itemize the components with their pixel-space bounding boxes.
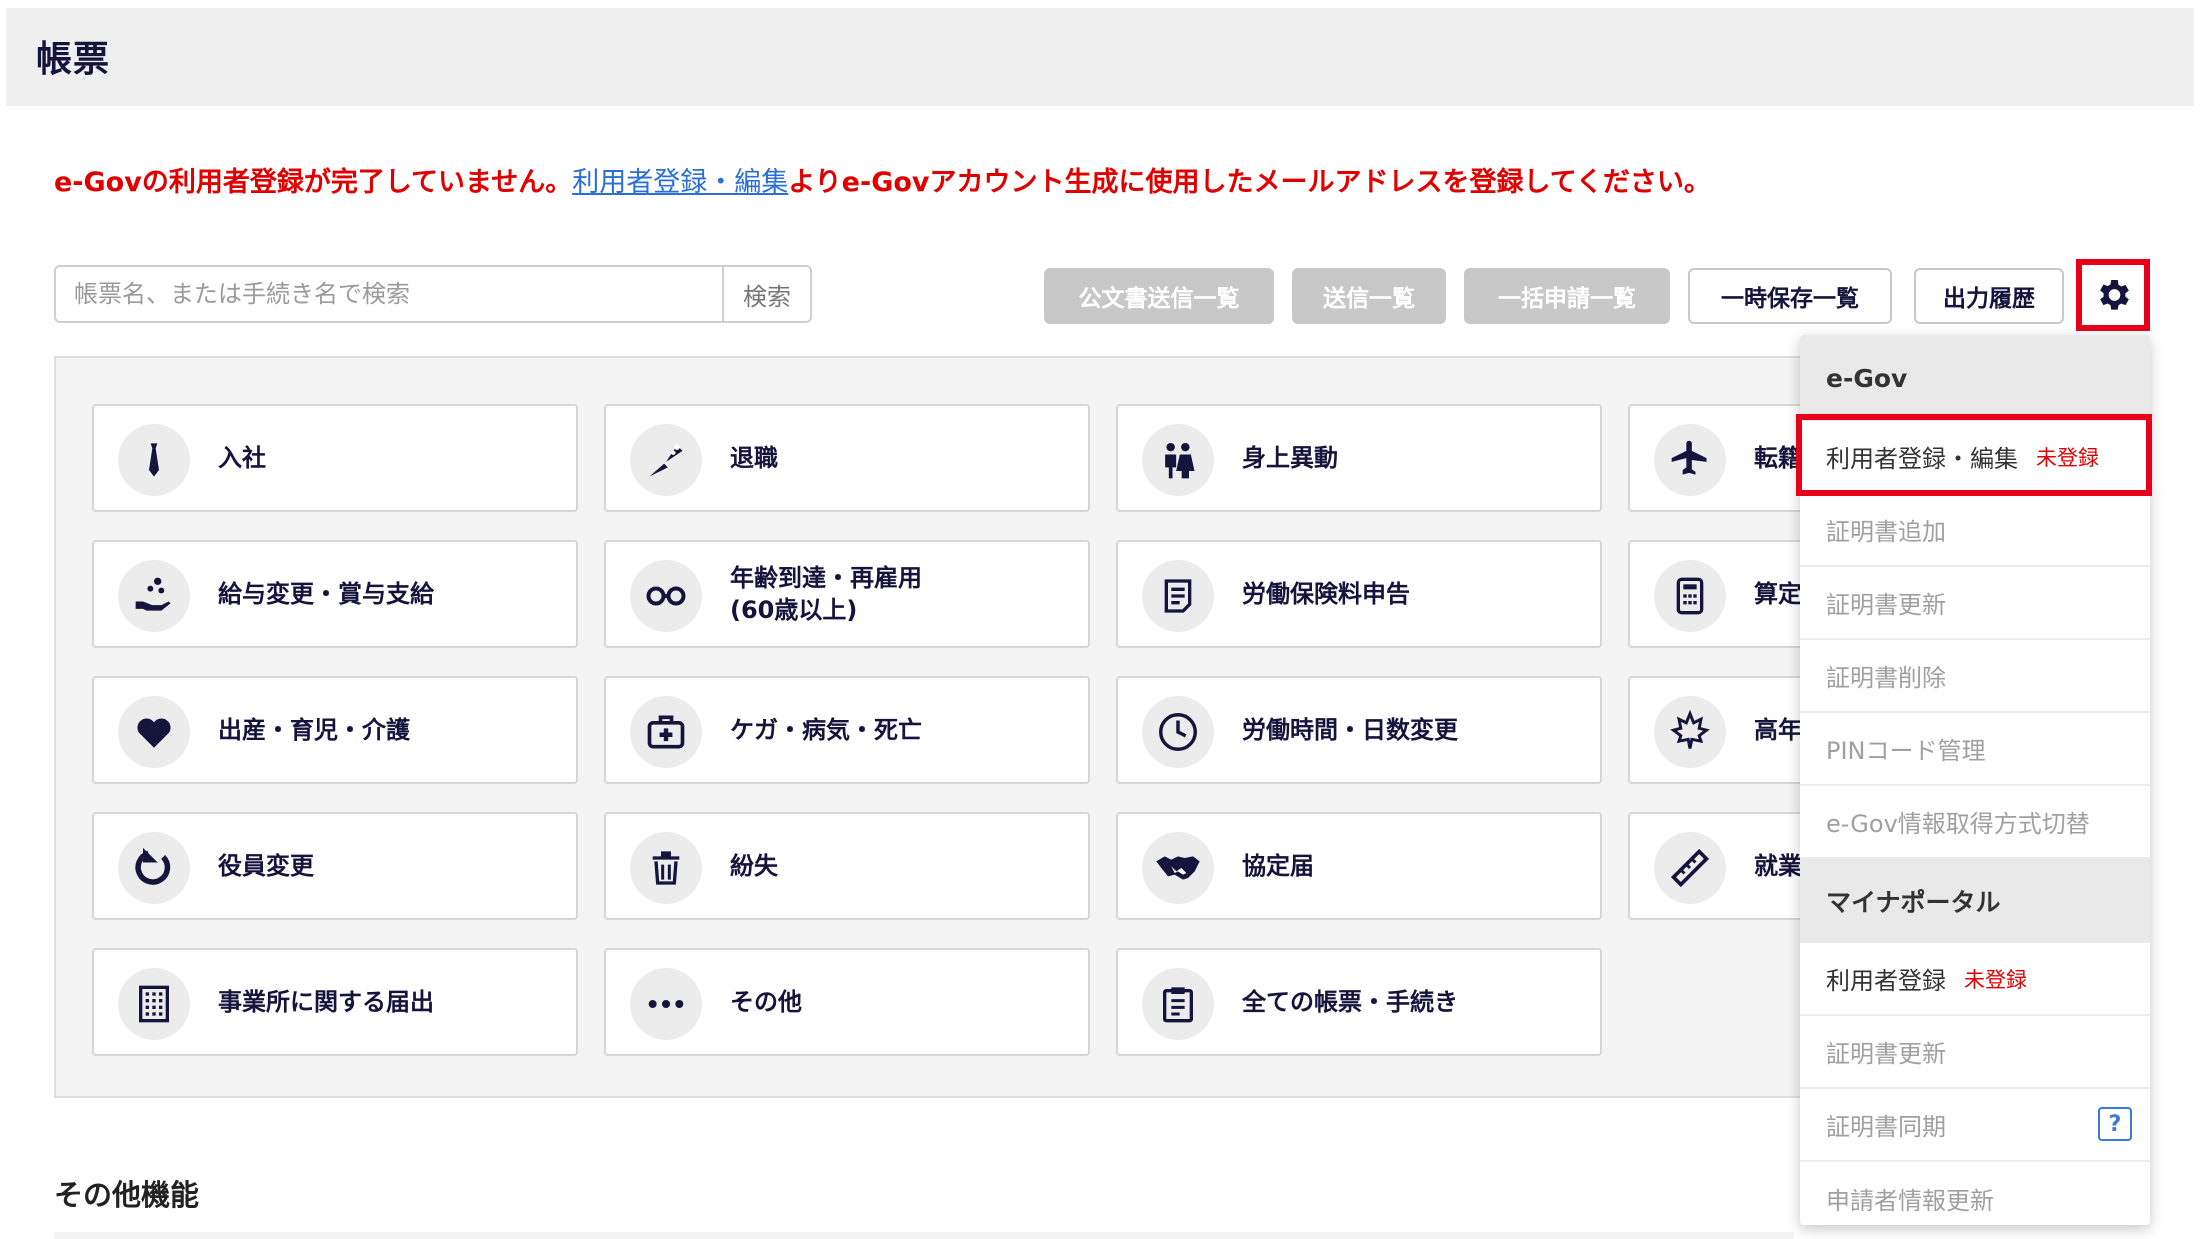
card-label: 退職 [730,444,778,472]
menu-item-applicant-update[interactable]: 申請者情報更新 [1800,1162,2150,1225]
card-office-notice[interactable]: 事業所に関する届出 [92,948,578,1056]
card-label: 紛失 [730,852,778,880]
help-icon[interactable]: ? [2098,1107,2132,1141]
card-retirement[interactable]: 退職 [604,404,1090,512]
card-childbirth-care[interactable]: 出産・育児・介護 [92,676,578,784]
menu-item-myna-sync-cert[interactable]: 証明書同期 ? [1800,1089,2150,1162]
menu-item-renew-cert[interactable]: 証明書更新 [1800,567,2150,640]
other-features-section [54,1232,1794,1239]
clipboard-icon [1142,968,1214,1040]
menu-item-egov-switch[interactable]: e-Gov情報取得方式切替 [1800,786,2150,859]
handshake-icon [1142,832,1214,904]
menu-item-myna-renew-cert[interactable]: 証明書更新 [1800,1016,2150,1089]
other-features-heading: その他機能 [54,1178,200,1212]
card-age-reemployment[interactable]: 年齢到達・再雇用 (60歳以上) [604,540,1090,648]
card-personal-change[interactable]: 身上異動 [1116,404,1602,512]
gear-icon [2100,280,2129,310]
status-badge: 未登録 [1964,967,2027,992]
menu-item-label: 証明書同期 [1826,1113,1946,1141]
card-label: 労働保険料申告 [1242,580,1410,608]
menu-item-myna-user-registration[interactable]: 利用者登録 未登録 [1800,943,2150,1016]
card-hire[interactable]: 入社 [92,404,578,512]
card-officer-change[interactable]: 役員変更 [92,812,578,920]
output-history-button[interactable]: 出力履歴 [1914,268,2064,324]
public-docs-list-button[interactable]: 公文書送信一覧 [1044,268,1274,324]
glasses-icon [630,560,702,632]
trash-icon [630,832,702,904]
card-salary-bonus[interactable]: 給与変更・賞与支給 [92,540,578,648]
wedding-couple-icon [1142,424,1214,496]
sent-list-button[interactable]: 送信一覧 [1292,268,1446,324]
status-badge: 未登録 [2036,445,2099,470]
card-label: 身上異動 [1242,444,1338,472]
search-button[interactable]: 検索 [722,267,810,321]
card-label: その他 [730,988,802,1016]
building-icon [118,968,190,1040]
menu-item-delete-cert[interactable]: 証明書削除 [1800,640,2150,713]
page-header: 帳票 [6,8,2194,106]
menu-item-add-cert[interactable]: 証明書追加 [1800,494,2150,567]
card-label: 高年 [1754,716,1802,744]
first-aid-icon [630,696,702,768]
settings-dropdown-menu: e-Gov 利用者登録・編集 未登録 証明書追加 証明書更新 証明書削除 PIN… [1800,335,2150,1225]
alert-text-before: e-Govの利用者登録が完了していません。 [54,167,573,198]
menu-item-pin-management[interactable]: PINコード管理 [1800,713,2150,786]
registration-alert: e-Govの利用者登録が完了していません。利用者登録・編集よりe-Govアカウン… [54,160,1711,199]
coins-hand-icon [118,560,190,632]
alert-text-after: よりe-Govアカウント生成に使用したメールアドレスを登録してください。 [788,167,1711,198]
temp-saved-list-button[interactable]: 一時保存一覧 [1688,268,1892,324]
search-input[interactable] [56,267,722,321]
card-other[interactable]: その他 [604,948,1090,1056]
maple-leaf-icon [1654,696,1726,768]
menu-section-egov: e-Gov [1800,335,2150,421]
airplane-icon [1654,424,1726,496]
forms-category-panel: 入社 退職 身上異動 転籍 給与変更・賞与支給 年齢到達・再雇用 (60歳以上)… [54,356,2114,1098]
bouquet-icon [630,424,702,496]
card-label: 出産・育児・介護 [218,716,410,744]
ruler-icon [1654,832,1726,904]
document-icon [1142,560,1214,632]
page-title: 帳票 [36,39,111,80]
card-label: 転籍 [1754,444,1802,472]
card-label: ケガ・病気・死亡 [730,716,922,744]
bulk-application-list-button[interactable]: 一括申請一覧 [1464,268,1670,324]
card-work-hours[interactable]: 労働時間・日数変更 [1116,676,1602,784]
search-box: 検索 [54,265,812,323]
card-label: 入社 [218,444,266,472]
card-injury-illness[interactable]: ケガ・病気・死亡 [604,676,1090,784]
card-all-forms[interactable]: 全ての帳票・手続き [1116,948,1602,1056]
card-label: 全ての帳票・手続き [1242,988,1458,1016]
card-label: 事業所に関する届出 [218,988,434,1016]
card-agreement[interactable]: 協定届 [1116,812,1602,920]
card-label: 労働時間・日数変更 [1242,716,1458,744]
calculator-icon [1654,560,1726,632]
clock-icon [1142,696,1214,768]
card-labor-insurance[interactable]: 労働保険料申告 [1116,540,1602,648]
menu-item-label: 利用者登録 [1826,967,1946,995]
card-loss[interactable]: 紛失 [604,812,1090,920]
heart-icon [118,696,190,768]
card-label: 協定届 [1242,852,1314,880]
menu-section-mynaportal: マイナポータル [1800,859,2150,943]
card-label: 給与変更・賞与支給 [218,580,434,608]
refresh-icon [118,832,190,904]
more-icon [630,968,702,1040]
menu-item-label: 利用者登録・編集 [1826,445,2018,473]
card-label: 役員変更 [218,852,314,880]
settings-button[interactable] [2076,259,2150,331]
card-label: 年齢到達・再雇用 (60歳以上) [730,564,922,624]
necktie-icon [118,424,190,496]
card-label: 就業 [1754,852,1802,880]
alert-registration-link[interactable]: 利用者登録・編集 [572,167,788,198]
menu-item-user-registration[interactable]: 利用者登録・編集 未登録 [1800,421,2150,494]
card-label: 算定 [1754,580,1802,608]
